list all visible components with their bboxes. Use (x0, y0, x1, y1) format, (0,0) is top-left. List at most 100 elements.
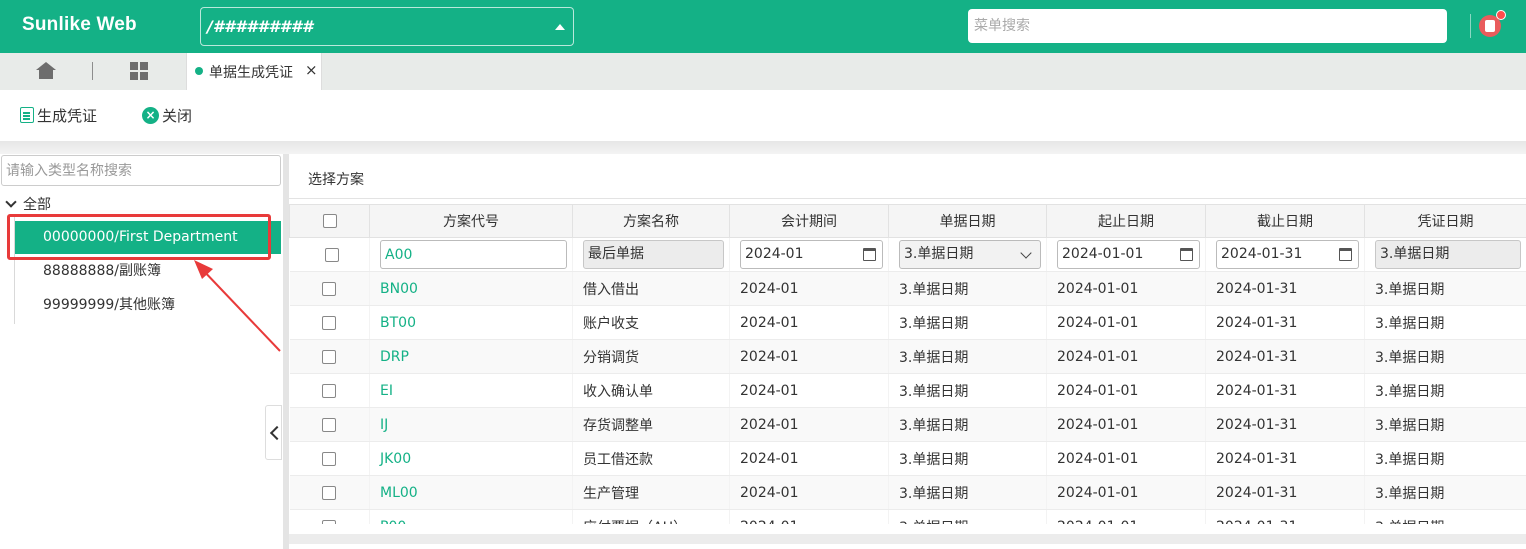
start-date-cell: 2024-01-01 (1046, 441, 1206, 476)
tab-divider (92, 62, 93, 80)
col-header-voucher-date[interactable]: 凭证日期 (1364, 204, 1526, 238)
tree-root-all[interactable]: 全部 (4, 194, 51, 214)
col-header-code[interactable]: 方案代号 (369, 204, 573, 238)
row-checkbox[interactable] (322, 485, 337, 500)
filter-voucher-cell: 3.单据日期 (1364, 237, 1526, 272)
notification-icon[interactable] (1479, 10, 1506, 37)
table-row[interactable]: BN00 借入借出 2024-01 3.单据日期 2024-01-01 2024-01-3… (289, 271, 1526, 306)
col-header-doc-date[interactable]: 单据日期 (888, 204, 1047, 238)
caret-up-icon (555, 24, 565, 30)
horizontal-scrollbar[interactable] (289, 526, 1526, 549)
table-row[interactable]: IJ 存货调整单 2024-01 3.单据日期 2024-01-01 2024-01-31… (289, 407, 1526, 442)
doc-date-cell: 3.单据日期 (888, 271, 1047, 306)
row-checkbox[interactable] (322, 383, 337, 398)
calendar-icon[interactable] (863, 248, 876, 261)
code-cell[interactable]: BT00 (369, 305, 573, 340)
tab-label: 单据生成凭证 (209, 65, 293, 81)
name-cell: 生产管理 (572, 475, 730, 510)
database-select[interactable]: /######### (200, 7, 574, 46)
row-checkbox[interactable] (322, 451, 337, 466)
period-cell: 2024-01 (729, 339, 889, 374)
period-cell: 2024-01 (729, 407, 889, 442)
table-row[interactable]: BT00 账户收支 2024-01 3.单据日期 2024-01-01 2024-01-3… (289, 305, 1526, 340)
filter-voucher-field: 3.单据日期 (1375, 240, 1521, 269)
close-button[interactable]: × 关闭 (142, 105, 192, 125)
tab-close-icon[interactable]: × (305, 61, 318, 79)
start-date-cell: 2024-01-01 (1046, 509, 1206, 524)
table-row[interactable]: DRP 分销调货 2024-01 3.单据日期 2024-01-01 2024-01-31… (289, 339, 1526, 374)
table-row[interactable]: JK00 员工借还款 2024-01 3.单据日期 2024-01-01 2024-01-… (289, 441, 1526, 476)
filter-end-date-picker[interactable]: 2024-01-31 (1216, 240, 1359, 269)
select-all-cell (289, 204, 370, 238)
annotation-arrow (194, 260, 281, 352)
end-date-cell: 2024-01-31 (1205, 305, 1365, 340)
doc-date-cell: 3.单据日期 (888, 441, 1047, 476)
type-search-input[interactable] (1, 155, 281, 186)
chevron-down-icon[interactable] (5, 196, 17, 208)
table-row[interactable]: P00应付票据（AH）2024-013.单据日期2024-01-012024-0… (289, 509, 1526, 524)
end-date-cell: 2024-01-31 (1205, 407, 1365, 442)
tab-voucher-generation[interactable]: 单据生成凭证 × (186, 53, 322, 90)
code-cell[interactable]: P00 (369, 509, 573, 524)
home-icon[interactable] (36, 62, 56, 80)
doc-date-cell: 3.单据日期 (888, 407, 1047, 442)
col-header-end-date[interactable]: 截止日期 (1205, 204, 1365, 238)
start-date-cell: 2024-01-01 (1046, 373, 1206, 408)
name-cell: 员工借还款 (572, 441, 730, 476)
filter-doc-date-cell: 3.单据日期 (888, 237, 1047, 272)
header-divider (1470, 14, 1471, 38)
row-checkbox-cell (289, 407, 370, 442)
close-circle-icon: × (142, 106, 159, 124)
active-tab-dot (195, 67, 203, 75)
filter-start-date-picker[interactable]: 2024-01-01 (1057, 240, 1200, 269)
voucher-date-cell: 3.单据日期 (1364, 339, 1526, 374)
code-cell[interactable]: DRP (369, 339, 573, 374)
filter-row-checkbox[interactable] (324, 247, 339, 262)
menu-search-input[interactable] (968, 9, 1447, 43)
start-date-cell: 2024-01-01 (1046, 339, 1206, 374)
filter-name-cell: 最后单据 (572, 237, 730, 272)
col-header-start-date[interactable]: 起止日期 (1046, 204, 1206, 238)
header-row: 方案代号 方案名称 会计期间 单据日期 起止日期 截止日期 凭证日期 (289, 204, 1526, 238)
row-checkbox[interactable] (322, 519, 337, 524)
period-cell: 2024-01 (729, 441, 889, 476)
code-cell[interactable]: JK00 (369, 441, 573, 476)
grid-icon[interactable] (130, 62, 148, 80)
end-date-cell: 2024-01-31 (1205, 509, 1365, 524)
name-cell: 收入确认单 (572, 373, 730, 408)
code-cell[interactable]: EI (369, 373, 573, 408)
select-all-checkbox[interactable] (322, 214, 337, 228)
row-checkbox[interactable] (322, 315, 337, 330)
col-header-name[interactable]: 方案名称 (572, 204, 730, 238)
table-row[interactable]: EI 收入确认单 2024-01 3.单据日期 2024-01-01 2024-01-31… (289, 373, 1526, 408)
row-checkbox[interactable] (322, 349, 337, 364)
col-header-period[interactable]: 会计期间 (729, 204, 889, 238)
collapse-panel-handle[interactable] (265, 405, 282, 460)
filter-checkbox-cell (289, 237, 370, 272)
filter-code-input[interactable] (380, 240, 567, 269)
name-cell: 账户收支 (572, 305, 730, 340)
table-row[interactable]: ML00 生产管理 2024-01 3.单据日期 2024-01-01 2024-01-3… (289, 475, 1526, 510)
filter-period-picker[interactable]: 2024-01 (740, 240, 883, 269)
calendar-icon[interactable] (1339, 248, 1352, 261)
row-checkbox-cell (289, 373, 370, 408)
tab-bar: 单据生成凭证 × (0, 53, 1526, 90)
row-checkbox-cell (289, 509, 370, 524)
scheme-panel: 选择方案 方案代号 方案名称 会计期间 单据日期 起止日期 截止日期 凭证日期 (289, 154, 1526, 549)
row-checkbox[interactable] (322, 281, 337, 296)
start-date-cell: 2024-01-01 (1046, 305, 1206, 340)
voucher-date-cell: 3.单据日期 (1364, 475, 1526, 510)
code-cell[interactable]: ML00 (369, 475, 573, 510)
voucher-date-cell: 3.单据日期 (1364, 407, 1526, 442)
document-icon (20, 107, 34, 123)
code-cell[interactable]: BN00 (369, 271, 573, 306)
voucher-date-cell: 3.单据日期 (1364, 305, 1526, 340)
period-cell: 2024-01 (729, 373, 889, 408)
row-checkbox[interactable] (322, 417, 337, 432)
code-cell[interactable]: IJ (369, 407, 573, 442)
filter-doc-date-select[interactable]: 3.单据日期 (899, 240, 1041, 269)
name-cell: 存货调整单 (572, 407, 730, 442)
toolbar-shadow (0, 141, 1526, 154)
calendar-icon[interactable] (1180, 248, 1193, 261)
generate-voucher-button[interactable]: 生成凭证 (20, 105, 97, 125)
